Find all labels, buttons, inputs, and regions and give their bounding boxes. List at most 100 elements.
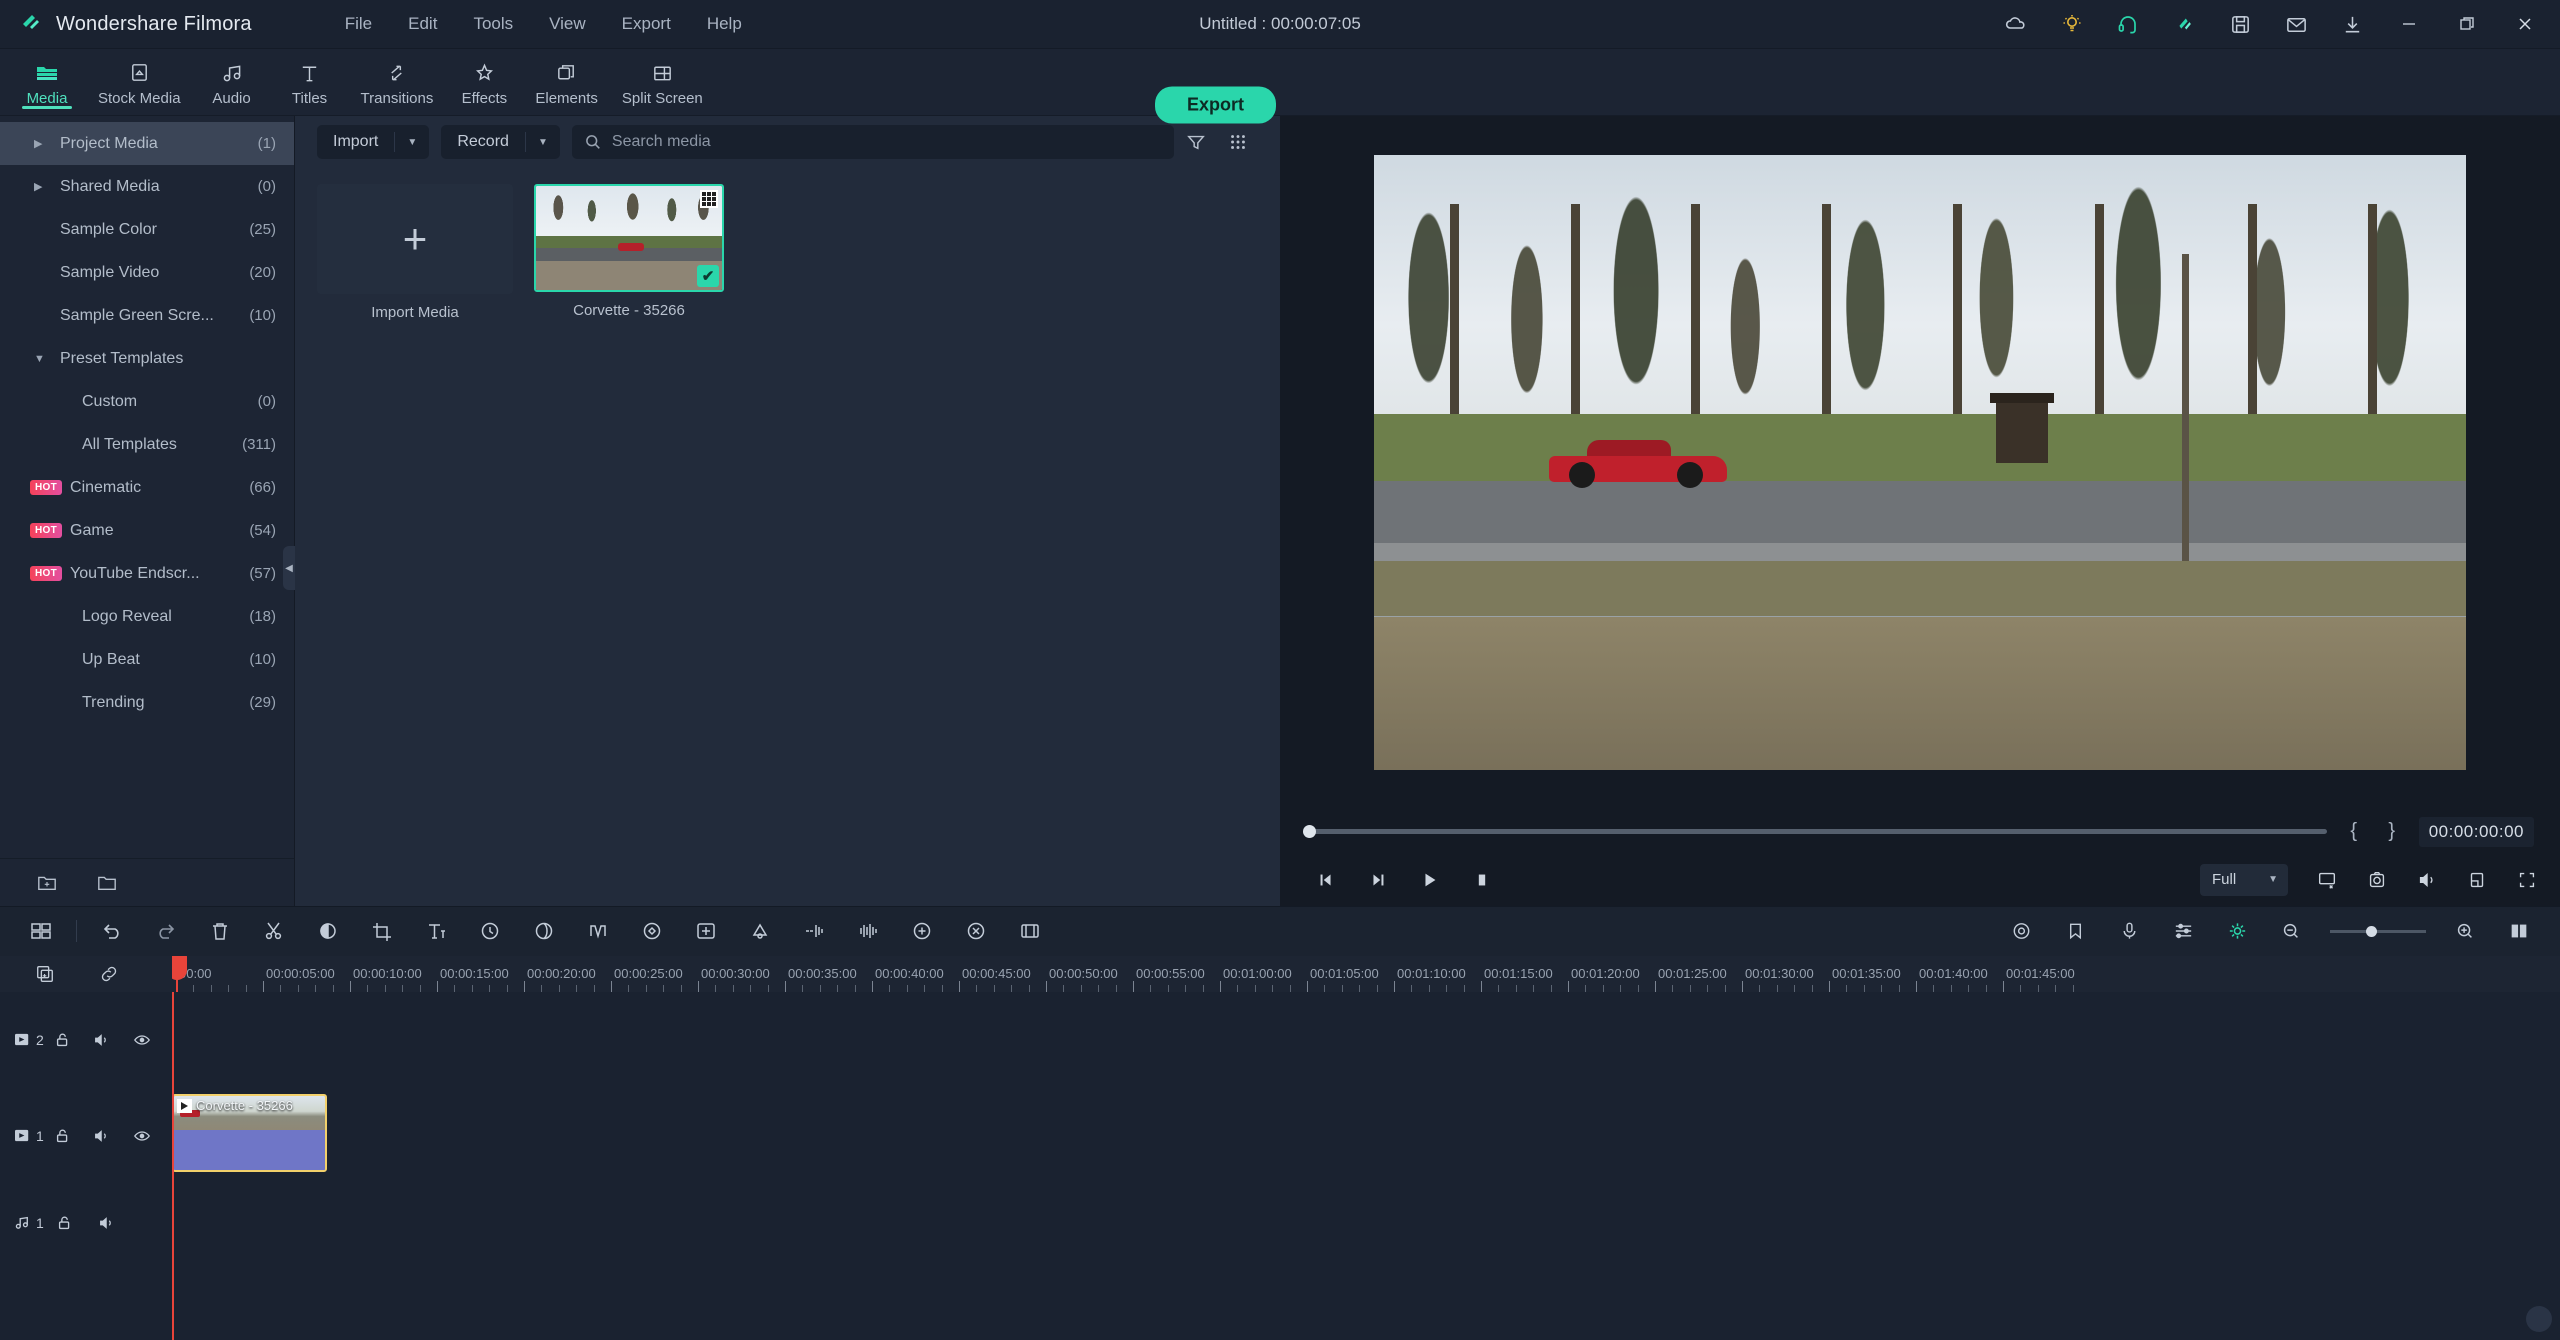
timeline-ruler[interactable]: 00:00 00:00:05:00 00:00:10:00 00:00:15:00 00…: [172, 955, 2560, 992]
add-track-icon[interactable]: [34, 964, 56, 984]
cloud-icon[interactable]: [1988, 0, 2044, 48]
download-icon[interactable]: [2324, 0, 2380, 48]
chevron-down-icon[interactable]: ▼: [526, 137, 560, 148]
marker-icon[interactable]: [949, 907, 1003, 955]
audio-wave-icon[interactable]: [841, 907, 895, 955]
audio-detach-icon[interactable]: [787, 907, 841, 955]
chevron-down-icon[interactable]: ▼: [2258, 874, 2288, 885]
settings-icon[interactable]: [1994, 907, 2048, 955]
lock-icon[interactable]: [54, 1031, 94, 1049]
restore-button[interactable]: [2438, 0, 2496, 48]
screen-cast-icon[interactable]: [2316, 869, 2338, 891]
mute-icon[interactable]: [98, 1214, 140, 1232]
stop-button[interactable]: [1472, 870, 1492, 890]
sidebar-item-sample-video[interactable]: ▶ Sample Video (20): [0, 251, 294, 294]
save-icon[interactable]: [2212, 0, 2268, 48]
menu-view[interactable]: View: [531, 8, 604, 40]
menu-file[interactable]: File: [327, 8, 390, 40]
sidebar-item-project-media[interactable]: ▶ Project Media (1): [0, 122, 294, 165]
freeze-frame-icon[interactable]: [679, 907, 733, 955]
import-media-cell[interactable]: + Import Media: [317, 184, 513, 321]
video-preview[interactable]: [1374, 155, 2466, 771]
snapshot-icon[interactable]: [2366, 869, 2388, 891]
timeline-playhead[interactable]: [172, 991, 174, 1340]
scrub-handle[interactable]: [1303, 825, 1316, 838]
voiceover-icon[interactable]: [2102, 907, 2156, 955]
speed-icon[interactable]: [463, 907, 517, 955]
split-scissors-icon[interactable]: [247, 907, 301, 955]
crop-icon[interactable]: [355, 907, 409, 955]
next-frame-button[interactable]: [1368, 870, 1388, 890]
zoom-slider-handle[interactable]: [2366, 925, 2377, 937]
mark-in-button[interactable]: {: [2343, 820, 2365, 843]
sidebar-item-preset-templates[interactable]: ▼ Preset Templates: [0, 337, 294, 380]
animation-icon[interactable]: [571, 907, 625, 955]
zoom-in-icon[interactable]: [2438, 907, 2492, 955]
close-button[interactable]: [2496, 0, 2554, 48]
tab-media[interactable]: Media: [8, 49, 86, 115]
tab-split-screen[interactable]: Split Screen: [610, 49, 715, 115]
sidebar-item-up-beat[interactable]: ▶ Up Beat (10): [0, 638, 294, 681]
media-thumbnail[interactable]: ✔: [534, 184, 724, 292]
green-screen-icon[interactable]: [733, 907, 787, 955]
sidebar-item-logo-reveal[interactable]: ▶ Logo Reveal (18): [0, 595, 294, 638]
eye-icon[interactable]: [133, 1031, 173, 1049]
zoom-out-icon[interactable]: [2264, 907, 2318, 955]
marker-add-icon[interactable]: [2048, 907, 2102, 955]
sidebar-item-sample-green-screen[interactable]: ▶ Sample Green Scre... (10): [0, 294, 294, 337]
lightbulb-icon[interactable]: [2044, 0, 2100, 48]
delete-icon[interactable]: [193, 907, 247, 955]
menu-edit[interactable]: Edit: [390, 8, 455, 40]
sidebar-item-all-templates[interactable]: ▶ All Templates (311): [0, 423, 294, 466]
lock-icon[interactable]: [56, 1214, 98, 1232]
filmora-spark-icon[interactable]: [2156, 0, 2212, 48]
play-button[interactable]: [1420, 870, 1440, 890]
track-area-video-2[interactable]: [172, 992, 2560, 1088]
sidebar-item-game[interactable]: HOT Game (54): [0, 509, 294, 552]
mask-circle-icon[interactable]: [301, 907, 355, 955]
crop-icon[interactable]: [2466, 869, 2488, 891]
preview-quality-dropdown[interactable]: Full ▼: [2200, 863, 2288, 896]
sidebar-item-custom[interactable]: ▶ Custom (0): [0, 380, 294, 423]
chevron-down-icon[interactable]: ▼: [395, 137, 429, 148]
mark-out-button[interactable]: }: [2381, 820, 2403, 843]
volume-icon[interactable]: [2416, 869, 2438, 891]
import-media-tile[interactable]: +: [317, 184, 513, 294]
minimize-button[interactable]: [2380, 0, 2438, 48]
mail-icon[interactable]: [2268, 0, 2324, 48]
prev-frame-button[interactable]: [1316, 870, 1336, 890]
timeline-clip[interactable]: Corvette - 35266: [172, 1093, 327, 1172]
timeline-zoom-slider[interactable]: [2330, 925, 2426, 937]
undo-icon[interactable]: [85, 907, 139, 955]
export-button[interactable]: Export: [1155, 86, 1277, 124]
sidebar-item-sample-color[interactable]: ▶ Sample Color (25): [0, 208, 294, 251]
render-preview-icon[interactable]: [1003, 907, 1057, 955]
tab-titles[interactable]: Titles: [271, 49, 349, 115]
track-area-audio-1[interactable]: [172, 1184, 2560, 1262]
playhead-grip[interactable]: [172, 955, 187, 980]
open-folder-icon[interactable]: [96, 872, 118, 892]
fullscreen-icon[interactable]: [2516, 869, 2538, 891]
redo-icon[interactable]: [139, 907, 193, 955]
link-icon[interactable]: [98, 964, 120, 984]
sidebar-collapse-handle[interactable]: ◀: [283, 546, 295, 590]
eye-icon[interactable]: [133, 1127, 173, 1145]
menu-tools[interactable]: Tools: [455, 8, 531, 40]
fit-timeline-icon[interactable]: [2492, 907, 2546, 955]
scrub-track[interactable]: [1303, 825, 2327, 838]
media-item[interactable]: ✔ Corvette - 35266: [531, 184, 727, 321]
headset-icon[interactable]: [2100, 0, 2156, 48]
import-dropdown[interactable]: Import ▼: [317, 125, 430, 159]
tab-elements[interactable]: Elements: [523, 49, 610, 115]
ruler-playhead[interactable]: [172, 955, 187, 992]
grid-view-icon[interactable]: [1228, 132, 1248, 152]
filter-icon[interactable]: [1186, 132, 1206, 152]
mute-icon[interactable]: [93, 1031, 133, 1049]
text-icon[interactable]: [409, 907, 463, 955]
auto-enhance-icon[interactable]: [895, 907, 949, 955]
track-area-video-1[interactable]: Corvette - 35266: [172, 1088, 2560, 1184]
audio-mixer-icon[interactable]: [2156, 907, 2210, 955]
mute-icon[interactable]: [93, 1127, 133, 1145]
sidebar-item-cinematic[interactable]: HOT Cinematic (66): [0, 466, 294, 509]
preview-timecode[interactable]: 00:00:00:00: [2418, 816, 2534, 847]
